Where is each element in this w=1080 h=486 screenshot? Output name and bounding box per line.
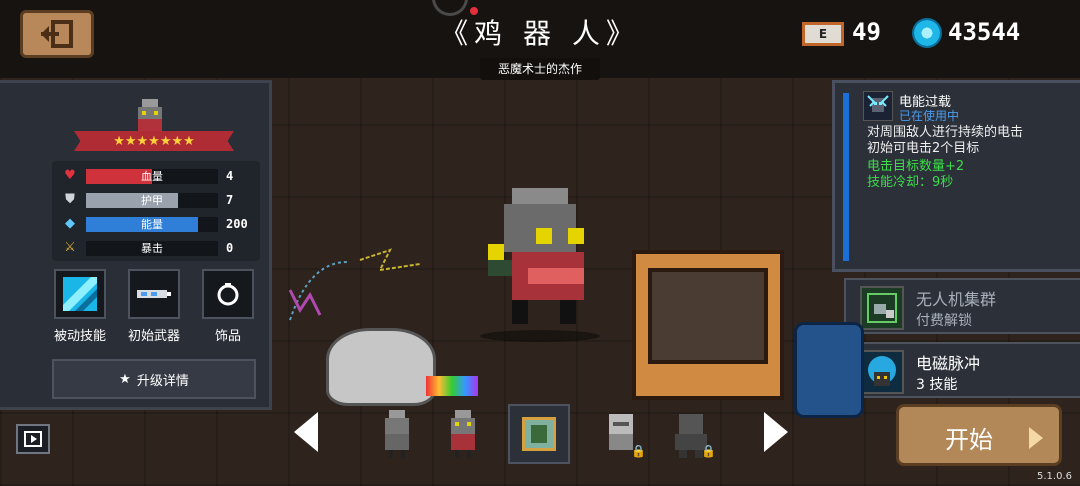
character-name: 《鸡 器 人》	[440, 17, 640, 50]
armor-label: 护甲	[141, 193, 163, 207]
starting-weapon-box	[128, 269, 180, 319]
skill-bonus-line: 技能冷却：9秒	[867, 175, 954, 190]
energy-label: 能量	[141, 217, 163, 231]
chicken-robot-skin-icon	[451, 410, 475, 458]
chicken-robot-hero	[488, 188, 584, 324]
accessory-box	[202, 269, 254, 319]
lock-icon: 🔒	[631, 444, 646, 458]
gem-icon	[912, 18, 942, 48]
stat-row-hp: ♥ 血量 4	[62, 167, 252, 185]
upgrade-details-button[interactable]: ★ 升级详情	[52, 359, 256, 399]
blue-stripes-icon	[63, 277, 97, 311]
crate-window	[648, 268, 768, 364]
portrait-frame-icon	[522, 417, 556, 451]
loot-sack	[326, 328, 436, 406]
skill-description: 对周围敌人进行持续的电击 初始可电击2个目标	[867, 125, 1077, 157]
crit-bar: 暴击	[86, 240, 218, 256]
crit-value: 0	[226, 241, 234, 255]
stat-row-energy: ◆ 能量 200	[62, 215, 252, 233]
blue-barrel	[794, 322, 864, 418]
skin-option-locked[interactable]: 🔒	[660, 404, 722, 464]
sword-icon: ⚔	[64, 240, 76, 255]
emp-icon	[860, 350, 904, 394]
hp-bar: 血量	[86, 168, 218, 184]
magic-trail	[288, 248, 421, 321]
passive-skill-box	[54, 269, 106, 319]
skill-card-sub: 付费解锁	[916, 313, 972, 329]
video-replay-button[interactable]	[16, 424, 50, 454]
wooden-crate	[632, 250, 784, 400]
upgrade-details-label: 升级详情	[136, 373, 189, 389]
start-label: 开始	[945, 426, 993, 454]
accessory-slot[interactable]: 饰品	[200, 269, 256, 349]
skill-card-drone-swarm[interactable]: 无人机集群 付费解锁	[844, 278, 1080, 334]
electric-overload-icon	[863, 91, 893, 121]
skin-option-selected[interactable]	[508, 404, 570, 464]
skill-card-sub: 3 技能	[916, 377, 958, 393]
skill-description-line: 初始可电击2个目标	[867, 141, 980, 156]
previous-skin-arrow[interactable]	[294, 412, 318, 452]
skill-bonus: 电击目标数量+2 技能冷却：9秒	[867, 159, 1077, 191]
portrait-figure	[531, 425, 547, 443]
skill-card-name: 无人机集群	[916, 290, 997, 309]
energy-count: 49	[852, 18, 881, 46]
accessory-label: 饰品	[214, 329, 241, 344]
next-skin-arrow[interactable]	[764, 412, 788, 452]
drone-swarm-icon	[860, 286, 904, 330]
skill-bonus-line: 电击目标数量+2	[867, 159, 965, 174]
skill-status: 已在使用中	[899, 109, 960, 123]
star-rating: ★★★★★★★	[74, 131, 234, 151]
energy-bar: 能量	[86, 216, 218, 232]
star-icon: ★	[119, 371, 131, 387]
star-rating-stars: ★★★★★★★	[113, 133, 195, 149]
rainbow-stripe	[426, 376, 478, 396]
starting-weapon-label: 初始武器	[127, 329, 180, 344]
robot-skin-icon	[385, 410, 409, 458]
back-button[interactable]	[20, 10, 94, 58]
energy-icon: E	[802, 22, 844, 46]
skin-option[interactable]	[366, 404, 428, 464]
diamond-icon: ◆	[65, 216, 75, 231]
shield-icon: ⛊	[65, 192, 75, 207]
passive-skill-label: 被动技能	[53, 329, 106, 344]
start-button[interactable]: 开始	[896, 404, 1062, 466]
stats-box: ♥ 血量 4 ⛊ 护甲 7 ◆ 能量 200 ⚔ 暴击 0	[52, 161, 260, 261]
character-stats-panel: ★★★★★★★ ♥ 血量 4 ⛊ 护甲 7 ◆ 能量 200 ⚔ 暴击 0 被动…	[0, 80, 272, 410]
hp-value: 4	[226, 169, 234, 183]
play-square-icon	[24, 431, 42, 447]
skill-card-name: 电磁脉冲	[916, 354, 981, 373]
lock-icon: 🔒	[701, 444, 716, 458]
stat-row-crit: ⚔ 暴击 0	[62, 239, 252, 257]
crit-label: 暴击	[141, 241, 163, 255]
character-subtitle: 恶魔术士的杰作	[480, 58, 600, 80]
passive-skill-slot[interactable]: 被动技能	[52, 269, 108, 349]
skill-info-panel: 电能过载 已在使用中 对周围敌人进行持续的电击 初始可电击2个目标 电击目标数量…	[832, 80, 1080, 272]
gun-icon	[137, 290, 171, 298]
armor-value: 7	[226, 193, 234, 207]
info-accent-bar	[843, 93, 849, 261]
heart-icon: ♥	[64, 168, 76, 183]
ring-icon	[217, 283, 239, 306]
equipment-slots: 被动技能 初始武器 饰品	[52, 269, 260, 349]
energy-stat-value: 200	[226, 217, 248, 231]
skill-description-line: 对周围敌人进行持续的电击	[867, 125, 1024, 140]
hp-label: 血量	[141, 169, 163, 183]
stat-row-armor: ⛊ 护甲 7	[62, 191, 252, 209]
starting-weapon-slot[interactable]: 初始武器	[126, 269, 182, 349]
play-arrow-icon	[1029, 427, 1043, 449]
version-label: 5.1.0.6	[1037, 471, 1072, 482]
armor-bar: 护甲	[86, 192, 218, 208]
skin-option[interactable]	[432, 404, 494, 464]
exit-icon	[41, 20, 73, 48]
skin-option-locked[interactable]: 🔒	[590, 404, 652, 464]
gem-count: 43544	[948, 18, 1021, 46]
skill-card-emp[interactable]: 电磁脉冲 3 技能	[844, 342, 1080, 398]
